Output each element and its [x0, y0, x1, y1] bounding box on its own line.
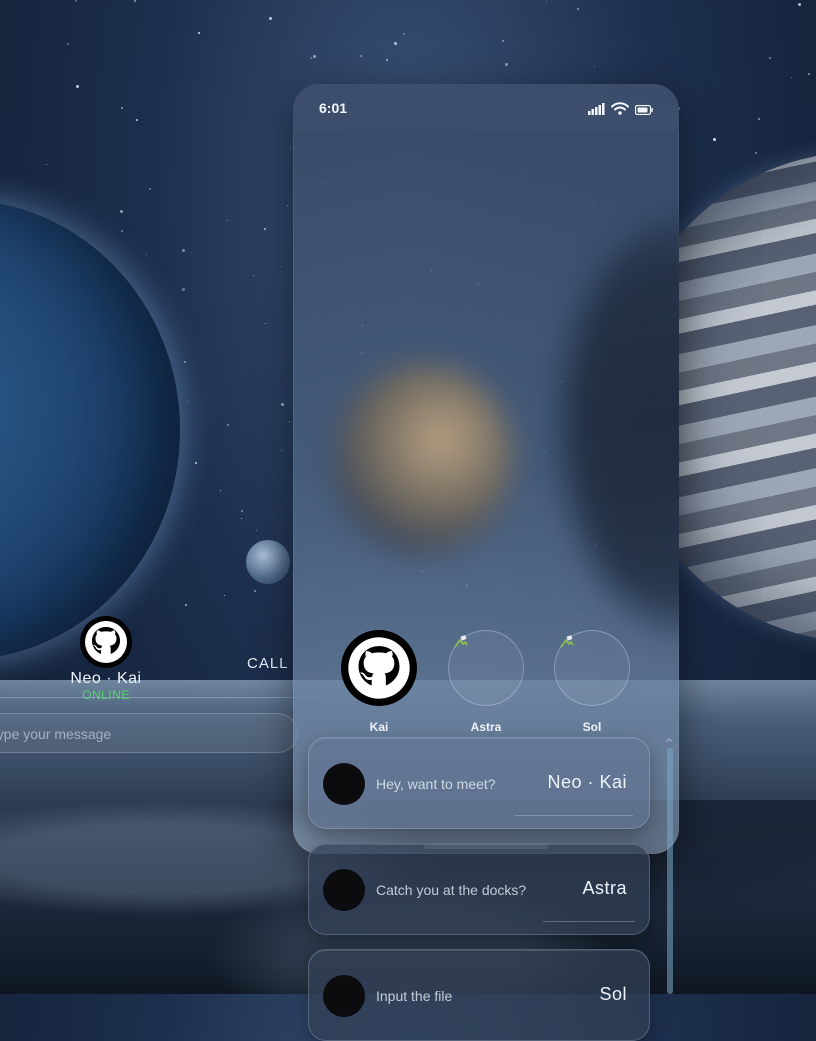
chat-preview: Input the file	[376, 988, 453, 1004]
star	[403, 33, 405, 35]
star	[121, 230, 123, 232]
star	[808, 73, 810, 75]
contact-name: Neo · Kai	[70, 670, 142, 687]
star	[281, 450, 282, 451]
blurred-planet-tan	[333, 364, 513, 554]
star	[241, 510, 243, 512]
avatar	[323, 763, 365, 805]
star	[134, 0, 136, 2]
chat-item-sol[interactable]: Input the file Sol	[308, 949, 650, 1041]
star	[76, 85, 79, 88]
message-input[interactable]: Type your message	[0, 713, 298, 753]
call-button[interactable]: CALL	[247, 655, 289, 672]
contact-sol[interactable]: Sol	[552, 630, 632, 734]
star	[769, 57, 771, 59]
star	[791, 77, 792, 78]
chat-item-neo-kai[interactable]: Hey, want to meet? Neo · Kai	[308, 737, 650, 829]
star	[227, 424, 229, 426]
avatar	[323, 975, 365, 1017]
avatar	[323, 869, 365, 911]
star	[758, 118, 760, 120]
broken-image-icon	[559, 635, 575, 655]
contact-label: Astra	[470, 720, 502, 734]
divider	[543, 921, 635, 922]
small-moon	[246, 540, 290, 584]
github-icon[interactable]	[341, 630, 417, 706]
star	[224, 595, 225, 596]
wifi-icon	[611, 100, 629, 119]
star	[198, 32, 200, 34]
star	[394, 42, 397, 45]
star	[310, 57, 312, 59]
star	[505, 63, 508, 66]
blurred-planet-dark	[563, 214, 679, 634]
contact-label: Sol	[582, 720, 602, 734]
signal-icon	[588, 100, 605, 119]
avatar[interactable]	[448, 630, 524, 706]
chat-contact-name: Sol	[599, 984, 627, 1004]
star	[798, 3, 801, 6]
star	[220, 490, 221, 491]
clock: 6:01	[319, 100, 348, 116]
chat-preview: Hey, want to meet?	[376, 776, 496, 792]
star	[287, 205, 288, 206]
star	[182, 249, 185, 252]
star	[184, 361, 186, 363]
star	[253, 275, 254, 276]
star	[713, 138, 716, 141]
star	[502, 40, 504, 42]
star	[256, 530, 257, 531]
chat-preview: Catch you at the docks?	[376, 882, 527, 898]
star	[577, 8, 579, 10]
star	[594, 66, 595, 67]
scrollbar[interactable]	[667, 748, 673, 994]
avatar[interactable]	[554, 630, 630, 706]
broken-image-icon	[453, 635, 469, 655]
star	[264, 228, 266, 230]
battery-icon	[634, 100, 653, 119]
chat-contact-name: Neo · Kai	[547, 772, 627, 792]
status-icons	[588, 100, 653, 119]
star	[546, 1, 547, 2]
star	[149, 188, 151, 190]
chat-item-astra[interactable]: Catch you at the docks? Astra	[308, 843, 650, 935]
chat-contact-name: Astra	[582, 878, 627, 898]
star	[254, 590, 256, 592]
star	[187, 401, 188, 402]
star	[241, 518, 242, 519]
star	[46, 164, 47, 165]
star	[195, 462, 197, 464]
contact-label: Kai	[369, 720, 389, 734]
star	[182, 288, 185, 291]
github-icon[interactable]	[80, 616, 132, 668]
contact-kai[interactable]: Kai	[339, 630, 419, 734]
star	[360, 55, 362, 57]
header-divider	[0, 697, 320, 698]
star	[67, 43, 69, 45]
star	[185, 604, 187, 606]
background-chat-header: Neo · Kai ONLINE	[66, 616, 146, 702]
star	[313, 55, 316, 58]
star	[120, 210, 123, 213]
star	[136, 119, 138, 121]
status-bar: 6:01	[293, 84, 679, 132]
star	[386, 59, 388, 61]
star	[121, 107, 123, 109]
divider	[515, 815, 633, 816]
star	[755, 152, 757, 154]
star	[75, 0, 77, 2]
star	[290, 147, 291, 148]
online-status: ONLINE	[82, 688, 130, 702]
star	[280, 266, 281, 267]
star	[265, 323, 266, 324]
contacts-row: Kai Astra Sol	[293, 630, 679, 740]
star	[281, 403, 284, 406]
star	[289, 421, 290, 422]
contact-astra[interactable]: Astra	[446, 630, 526, 734]
star	[227, 220, 228, 221]
star	[146, 254, 147, 255]
star	[269, 17, 272, 20]
